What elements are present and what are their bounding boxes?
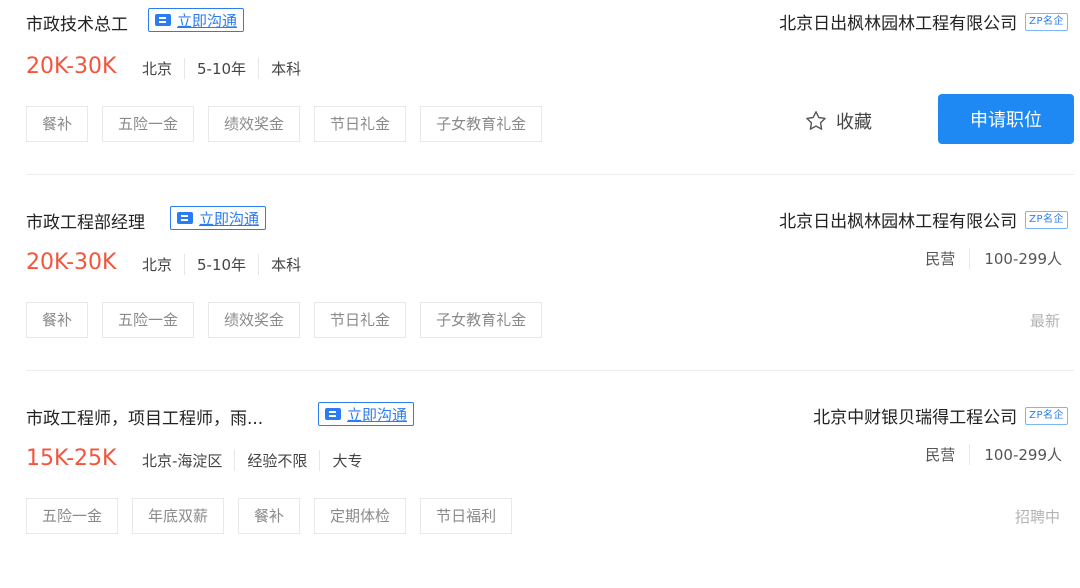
benefit-tag: 节日礼金 xyxy=(314,302,407,338)
company-name-row[interactable]: 北京中财银贝瑞得工程公司 ZP名企 xyxy=(813,403,1068,428)
benefit-tag: 定期体检 xyxy=(314,498,407,534)
favorite-button[interactable]: 收藏 xyxy=(804,108,872,134)
job-card[interactable]: 市政工程部经理 立即沟通 北京日出枫林园林工程有限公司 ZP名企 20K-30K… xyxy=(0,196,1080,392)
job-meta: 北京 5-10年 本科 xyxy=(142,254,313,275)
benefit-tag: 节日礼金 xyxy=(314,106,407,142)
benefit-tags: 餐补 五险一金 绩效奖金 节日礼金 子女教育礼金 xyxy=(26,302,543,338)
chat-now-button[interactable]: 立即沟通 xyxy=(170,206,267,230)
company-info: 民营 100-299人 xyxy=(911,248,1062,269)
benefit-tag: 五险一金 xyxy=(102,106,195,142)
chat-now-label: 立即沟通 xyxy=(347,405,408,424)
benefit-tags: 五险一金 年底双薪 餐补 定期体检 节日福利 xyxy=(26,498,513,534)
chat-now-button[interactable]: 立即沟通 xyxy=(148,8,245,32)
favorite-label: 收藏 xyxy=(836,112,872,133)
company-size: 100-299人 xyxy=(969,444,1062,465)
benefit-tag: 绩效奖金 xyxy=(208,302,301,338)
salary: 15K-25K xyxy=(26,446,117,471)
job-status: 招聘中 xyxy=(1014,508,1060,526)
job-title[interactable]: 市政工程师，项目工程师，雨... xyxy=(26,404,263,429)
experience: 5-10年 xyxy=(184,254,258,275)
company-name[interactable]: 北京中财银贝瑞得工程公司 xyxy=(813,403,1017,428)
education: 本科 xyxy=(258,58,313,79)
star-icon xyxy=(806,111,826,130)
location: 北京-海淀区 xyxy=(142,452,223,470)
chat-now-button[interactable]: 立即沟通 xyxy=(318,402,415,426)
experience: 经验不限 xyxy=(234,450,319,471)
zp-badge: ZP名企 xyxy=(1025,406,1068,425)
job-card[interactable]: 市政技术总工 立即沟通 北京日出枫林园林工程有限公司 ZP名企 20K-30K … xyxy=(0,0,1080,196)
job-title[interactable]: 市政技术总工 xyxy=(26,10,128,35)
apply-button[interactable]: 申请职位 xyxy=(938,94,1074,144)
location: 北京 xyxy=(142,60,173,78)
chat-icon xyxy=(177,212,193,224)
salary: 20K-30K xyxy=(26,250,117,275)
benefit-tag: 餐补 xyxy=(238,498,301,534)
company-size: 100-299人 xyxy=(969,248,1062,269)
education: 大专 xyxy=(319,450,374,471)
benefit-tag: 餐补 xyxy=(26,302,89,338)
education: 本科 xyxy=(258,254,313,275)
benefit-tag: 年底双薪 xyxy=(132,498,225,534)
company-name[interactable]: 北京日出枫林园林工程有限公司 xyxy=(779,9,1017,34)
benefit-tag: 五险一金 xyxy=(26,498,119,534)
location: 北京 xyxy=(142,256,173,274)
divider xyxy=(26,174,1074,175)
job-status: 最新 xyxy=(1029,312,1060,330)
chat-now-label: 立即沟通 xyxy=(199,209,260,228)
chat-now-label: 立即沟通 xyxy=(177,11,238,30)
salary: 20K-30K xyxy=(26,54,117,79)
company-type: 民营 xyxy=(925,250,956,268)
company-type: 民营 xyxy=(925,446,956,464)
divider xyxy=(26,370,1074,371)
company-info: 民营 100-299人 xyxy=(911,444,1062,465)
company-name-row[interactable]: 北京日出枫林园林工程有限公司 ZP名企 xyxy=(779,9,1068,34)
job-meta: 北京 5-10年 本科 xyxy=(142,58,313,79)
company-name-row[interactable]: 北京日出枫林园林工程有限公司 ZP名企 xyxy=(779,207,1068,232)
chat-icon xyxy=(155,14,171,26)
zp-badge: ZP名企 xyxy=(1025,12,1068,31)
company-name[interactable]: 北京日出枫林园林工程有限公司 xyxy=(779,207,1017,232)
benefit-tags: 餐补 五险一金 绩效奖金 节日礼金 子女教育礼金 xyxy=(26,106,543,142)
benefit-tag: 子女教育礼金 xyxy=(420,106,543,142)
zp-badge: ZP名企 xyxy=(1025,210,1068,229)
benefit-tag: 节日福利 xyxy=(420,498,513,534)
experience: 5-10年 xyxy=(184,58,258,79)
job-meta: 北京-海淀区 经验不限 大专 xyxy=(142,450,374,471)
chat-icon xyxy=(325,408,341,420)
benefit-tag: 绩效奖金 xyxy=(208,106,301,142)
benefit-tag: 五险一金 xyxy=(102,302,195,338)
job-card[interactable]: 市政工程师，项目工程师，雨... 立即沟通 北京中财银贝瑞得工程公司 ZP名企 … xyxy=(0,392,1080,588)
job-title[interactable]: 市政工程部经理 xyxy=(26,208,145,233)
benefit-tag: 餐补 xyxy=(26,106,89,142)
benefit-tag: 子女教育礼金 xyxy=(420,302,543,338)
